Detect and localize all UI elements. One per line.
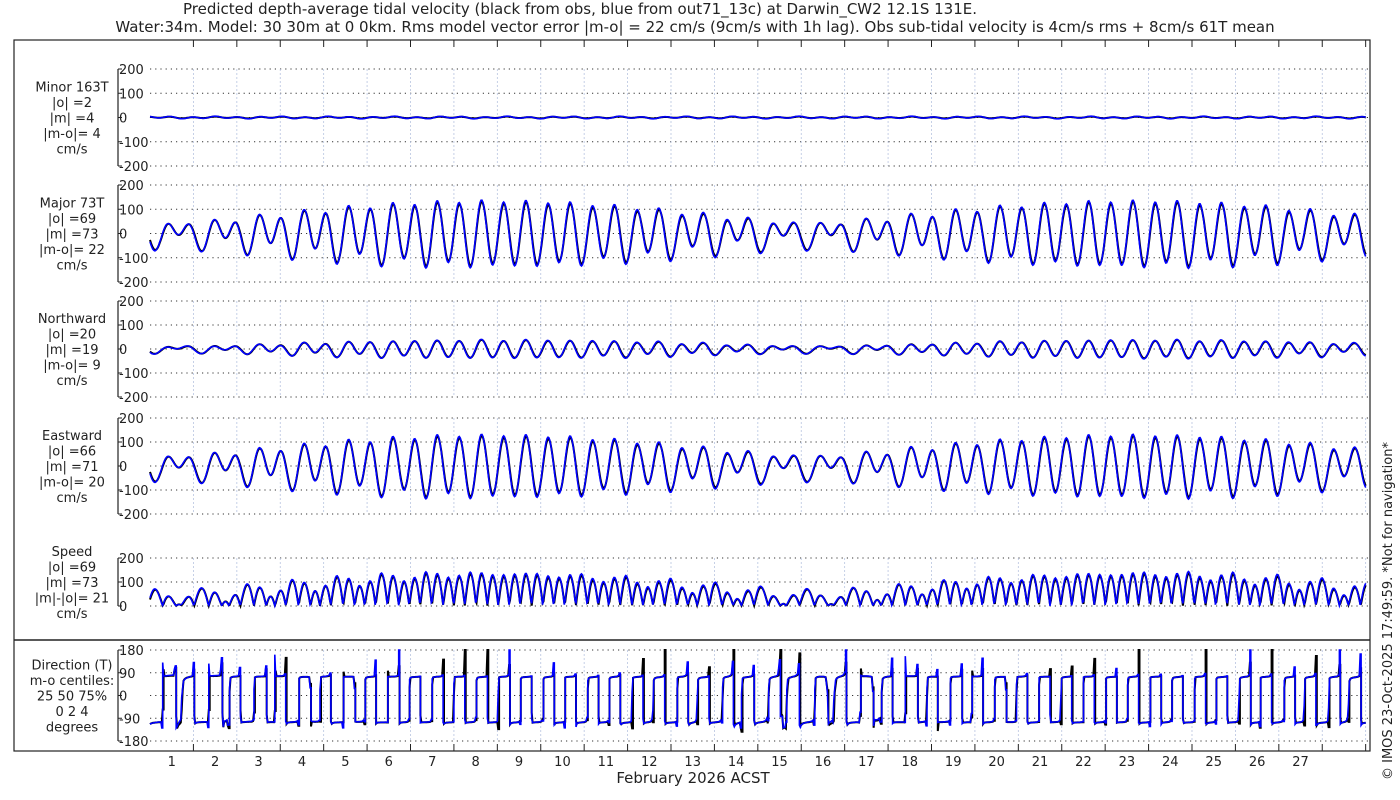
figure-frame (13, 39, 1371, 752)
x-tick-label: 9 (515, 755, 523, 770)
panel-label-line: Direction (T) (32, 659, 113, 674)
panel-label-line: cm/s (57, 143, 88, 158)
panel-label-line: cm/s (57, 491, 88, 506)
panel-label-line: m-o centiles: (30, 674, 115, 689)
panel-label-line: |o| =2 (52, 96, 92, 111)
panel-label-line: cm/s (57, 607, 88, 622)
panel-label-line: Eastward (42, 429, 102, 444)
x-tick-label: 12 (641, 755, 658, 770)
panel-label-line: |o| =20 (48, 328, 96, 343)
x-tick-label: 2 (211, 755, 219, 770)
x-tick-label: 5 (341, 755, 349, 770)
panel-label-line: |o| =69 (48, 212, 96, 227)
panel-label-line: |m-o|= 22 (39, 243, 105, 258)
x-tick-label: 21 (1032, 755, 1049, 770)
panel-label-line: Speed (52, 545, 93, 560)
x-tick-label: 3 (254, 755, 262, 770)
y-tick-label: -200 (119, 160, 149, 175)
panel-label-line: 25 50 75% (37, 690, 107, 705)
model-series-dir (149, 649, 1366, 731)
y-tick-label: 0 (119, 112, 127, 127)
panel-label-line: |m| =71 (46, 460, 99, 475)
y-tick-label: 200 (119, 412, 144, 427)
y-tick-label: 100 (119, 576, 144, 591)
panel-east: Eastward|o| =66|m| =71|m-o|= 20cm/s 200 10… (39, 412, 1370, 523)
panel-north: Northward|o| =20|m| =19|m-o|= 9cm/s 200 10… (38, 295, 1370, 406)
panel-label-line: |m| =19 (46, 343, 99, 358)
panel-label-line: |o| =66 (48, 445, 96, 460)
x-tick-label: 1 (168, 755, 176, 770)
x-tick-label: 8 (471, 755, 479, 770)
panel-label-line: |m-o|= 9 (43, 359, 101, 374)
x-tick-label: 19 (945, 755, 962, 770)
x-tick-label: 4 (298, 755, 306, 770)
x-tick-label: 22 (1075, 755, 1092, 770)
y-tick-label: 200 (119, 179, 144, 194)
x-tick-label: 16 (815, 755, 832, 770)
x-axis-label: February 2026 ACST (616, 769, 770, 787)
x-tick-label: 14 (728, 755, 745, 770)
x-tick-label: 20 (988, 755, 1005, 770)
panel-label-line: |m| =73 (46, 228, 99, 243)
y-tick-label: 200 (119, 552, 144, 567)
x-tick-label: 26 (1249, 755, 1266, 770)
y-tick-label: 200 (119, 63, 144, 78)
y-tick-label: -200 (119, 391, 149, 406)
y-tick-label: 100 (119, 203, 144, 218)
y-tick-label: -100 (119, 252, 149, 267)
panel-dir: Direction (T)m-o centiles:25 50 75%0 2 4… (30, 644, 1370, 750)
x-tick-label: 7 (428, 755, 436, 770)
y-tick-label: -180 (119, 735, 149, 750)
panel-minor: Minor 163T|o| =2|m| =4|m-o|= 4cm/s 200 100… (35, 63, 1370, 175)
y-tick-label: 100 (119, 87, 144, 102)
panel-speed: Speed|o| =69|m| =73|m|-|o|= 21cm/s 200 100… (35, 545, 1370, 622)
y-tick-label: 100 (119, 319, 144, 334)
y-tick-label: 0 (119, 228, 127, 243)
y-tick-label: 0 (119, 600, 127, 615)
y-tick-label: 0 (119, 690, 127, 705)
x-tick-label: 27 (1292, 755, 1309, 770)
panel-label-line: degrees (46, 721, 99, 736)
y-tick-label: 180 (119, 644, 144, 659)
y-tick-label: -100 (119, 367, 149, 382)
y-tick-label: -100 (119, 484, 149, 499)
panel-label-line: Major 73T (40, 197, 105, 212)
x-tick-label: 13 (684, 755, 701, 770)
copyright-notice: © IMOS 23-Oct-2025 17:49:59. *Not for na… (1381, 442, 1396, 780)
panel-label-line: |m| =4 (50, 112, 95, 127)
x-tick-label: 18 (902, 755, 919, 770)
panel-label-line: Northward (38, 312, 106, 327)
x-tick-label: 10 (554, 755, 571, 770)
y-tick-label: -100 (119, 136, 149, 151)
x-tick-label: 11 (598, 755, 615, 770)
x-tick-label: 24 (1162, 755, 1179, 770)
panel-label-line: cm/s (57, 374, 88, 389)
chart-title-line2: Water:34m. Model: 30 30m at 0 0km. Rms m… (115, 18, 1274, 36)
panel-label-line: |m-o|= 4 (43, 127, 101, 142)
y-tick-label: 200 (119, 295, 144, 310)
x-tick-label: 25 (1205, 755, 1222, 770)
y-tick-label: 90 (119, 667, 136, 682)
y-tick-label: -200 (119, 276, 149, 291)
y-tick-label: 100 (119, 436, 144, 451)
chart-title-line1: Predicted depth-average tidal velocity (… (183, 0, 977, 19)
panel-label-line: 0 2 4 (55, 705, 88, 720)
panel-major: Major 73T|o| =69|m| =73|m-o|= 22cm/s 200 1… (39, 179, 1370, 291)
panel-label-line: |m| =73 (46, 576, 99, 591)
panel-label-line: cm/s (57, 259, 88, 274)
panel-label-line: |o| =69 (48, 561, 96, 576)
y-tick-label: -90 (119, 712, 140, 727)
panel-label-line: |m|-|o|= 21 (35, 592, 109, 607)
x-tick-label: 17 (858, 755, 875, 770)
y-tick-label: 0 (119, 343, 127, 358)
tidal-velocity-figure: Predicted depth-average tidal velocity (… (13, 0, 1396, 787)
y-tick-label: 0 (119, 460, 127, 475)
x-tick-label: 23 (1119, 755, 1136, 770)
panel-label-line: |m-o|= 20 (39, 476, 105, 491)
x-tick-label: 6 (385, 755, 393, 770)
y-tick-label: -200 (119, 508, 149, 523)
panel-label-line: Minor 163T (35, 81, 108, 96)
x-tick-label: 15 (771, 755, 788, 770)
